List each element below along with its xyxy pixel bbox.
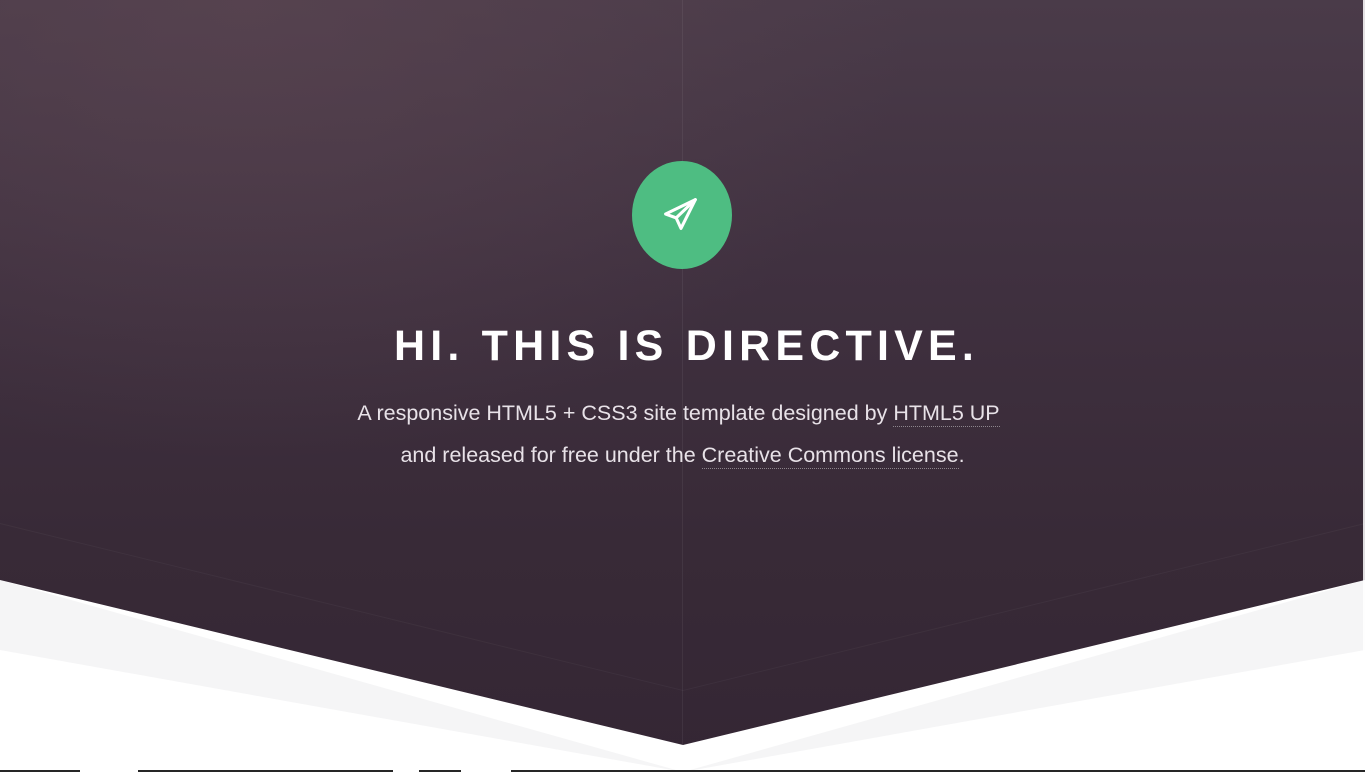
creative-commons-license-link[interactable]: Creative Commons license	[701, 443, 959, 469]
html5-up-link[interactable]: HTML5 UP	[893, 401, 1000, 427]
hero-section: HI. THIS IS DIRECTIVE. A responsive HTML…	[0, 0, 1365, 500]
paper-plane-icon	[632, 161, 732, 269]
page-title: HI. THIS IS DIRECTIVE.	[393, 322, 980, 370]
hero-subtitle: A responsive HTML5 + CSS3 site template …	[0, 392, 1365, 476]
subtitle-line-one-text: A responsive HTML5 + CSS3 site template …	[357, 401, 894, 425]
subtitle-period: .	[958, 443, 965, 467]
subtitle-line-two: and released for free under the Creative…	[0, 434, 1365, 476]
subtitle-line-two-text: and released for free under the	[400, 443, 702, 467]
subtitle-line-one: A responsive HTML5 + CSS3 site template …	[0, 392, 1361, 434]
page: HI. THIS IS DIRECTIVE. A responsive HTML…	[0, 0, 1365, 772]
